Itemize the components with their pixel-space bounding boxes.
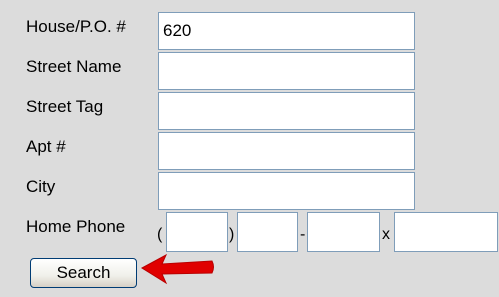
phone-line-number-input[interactable]	[307, 212, 380, 252]
city-label: City	[26, 177, 56, 196]
search-button[interactable]: Search	[30, 258, 137, 288]
phone-open-paren: (	[157, 226, 163, 243]
phone-close-paren: )	[229, 226, 235, 243]
phone-prefix-input[interactable]	[237, 212, 298, 252]
house-number-label: House/P.O. #	[26, 17, 126, 36]
phone-extension-input[interactable]	[394, 212, 498, 252]
phone-extension-label: x	[382, 226, 390, 243]
apt-number-label: Apt #	[26, 137, 66, 156]
apt-number-input[interactable]	[158, 132, 415, 170]
phone-dash: -	[300, 226, 306, 243]
street-tag-label: Street Tag	[26, 97, 104, 116]
home-phone-label: Home Phone	[26, 217, 126, 236]
street-tag-input[interactable]	[158, 92, 415, 130]
street-name-input[interactable]	[158, 52, 415, 90]
red-arrow-left-icon	[141, 253, 214, 285]
street-name-label: Street Name	[26, 57, 122, 76]
house-number-input[interactable]	[158, 12, 415, 50]
city-input[interactable]	[158, 172, 415, 210]
arrow-shape	[141, 253, 214, 285]
phone-area-code-input[interactable]	[166, 212, 228, 252]
